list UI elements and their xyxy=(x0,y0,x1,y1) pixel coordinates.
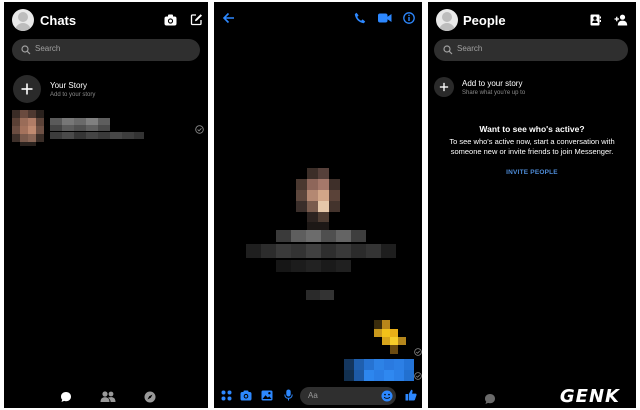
story-subtitle: Add to your story xyxy=(50,92,96,98)
seen-check-icon xyxy=(414,348,422,356)
image-icon[interactable] xyxy=(261,390,273,401)
video-icon[interactable] xyxy=(378,13,392,23)
sent-check-icon xyxy=(195,125,204,134)
add-story-subtitle: Share what you're up to xyxy=(462,90,526,96)
apps-icon[interactable] xyxy=(221,390,232,401)
watermark-logo: GENK xyxy=(559,386,620,407)
search-icon xyxy=(21,45,31,55)
people-icon[interactable] xyxy=(100,391,116,403)
contact-avatar-blurred xyxy=(12,110,44,146)
message-input[interactable]: Aa xyxy=(300,387,396,405)
chats-screen: Chats Search Your Story Add to your stor… xyxy=(4,2,208,408)
back-arrow-icon[interactable] xyxy=(222,12,235,24)
like-icon[interactable] xyxy=(405,389,417,401)
sticker-message-blurred[interactable] xyxy=(374,320,406,354)
compass-icon[interactable] xyxy=(144,391,156,403)
info-icon[interactable] xyxy=(403,12,415,24)
phone-icon[interactable] xyxy=(354,12,366,24)
contact-info-blurred xyxy=(246,230,396,272)
chat-bubble-icon[interactable] xyxy=(60,391,72,403)
search-bar[interactable]: Search xyxy=(434,39,628,61)
empty-state-description: To see who's active now, start a convers… xyxy=(449,137,615,156)
plus-icon xyxy=(439,82,449,92)
sent-message-blurred[interactable] xyxy=(344,359,414,381)
people-title: People xyxy=(463,13,506,28)
add-story-button[interactable] xyxy=(13,75,41,103)
contact-photo-blurred xyxy=(296,168,340,232)
add-story-title: Add to your story xyxy=(462,79,523,88)
message-input-placeholder: Aa xyxy=(308,391,318,400)
search-icon xyxy=(443,45,453,55)
empty-state-title: Want to see who's active? xyxy=(479,124,585,134)
plus-icon xyxy=(21,83,33,95)
contact-name-blurred xyxy=(50,118,144,139)
chats-title: Chats xyxy=(40,13,77,28)
profile-avatar[interactable] xyxy=(12,9,34,31)
contacts-icon[interactable] xyxy=(590,14,601,26)
search-bar[interactable]: Search xyxy=(12,39,200,61)
story-title: Your Story xyxy=(50,81,88,90)
camera-icon[interactable] xyxy=(240,390,252,401)
conversation-screen: Aa xyxy=(214,2,422,408)
profile-avatar[interactable] xyxy=(436,9,458,31)
add-story-button[interactable] xyxy=(434,77,454,97)
camera-icon[interactable] xyxy=(164,14,177,26)
compose-icon[interactable] xyxy=(190,13,203,26)
chat-bubble-icon[interactable] xyxy=(484,393,496,405)
timestamp-blurred xyxy=(306,290,334,300)
search-placeholder: Search xyxy=(35,44,61,53)
emoji-icon[interactable] xyxy=(381,390,393,402)
active-empty-state: Want to see who's active? To see who's a… xyxy=(428,124,636,176)
people-screen: People Search Add to your story Share wh… xyxy=(428,2,636,408)
add-person-icon[interactable] xyxy=(614,14,628,26)
search-placeholder: Search xyxy=(457,44,483,53)
delivered-check-icon xyxy=(414,372,422,380)
invite-people-button[interactable]: INVITE PEOPLE xyxy=(428,169,636,176)
microphone-icon[interactable] xyxy=(284,389,293,401)
